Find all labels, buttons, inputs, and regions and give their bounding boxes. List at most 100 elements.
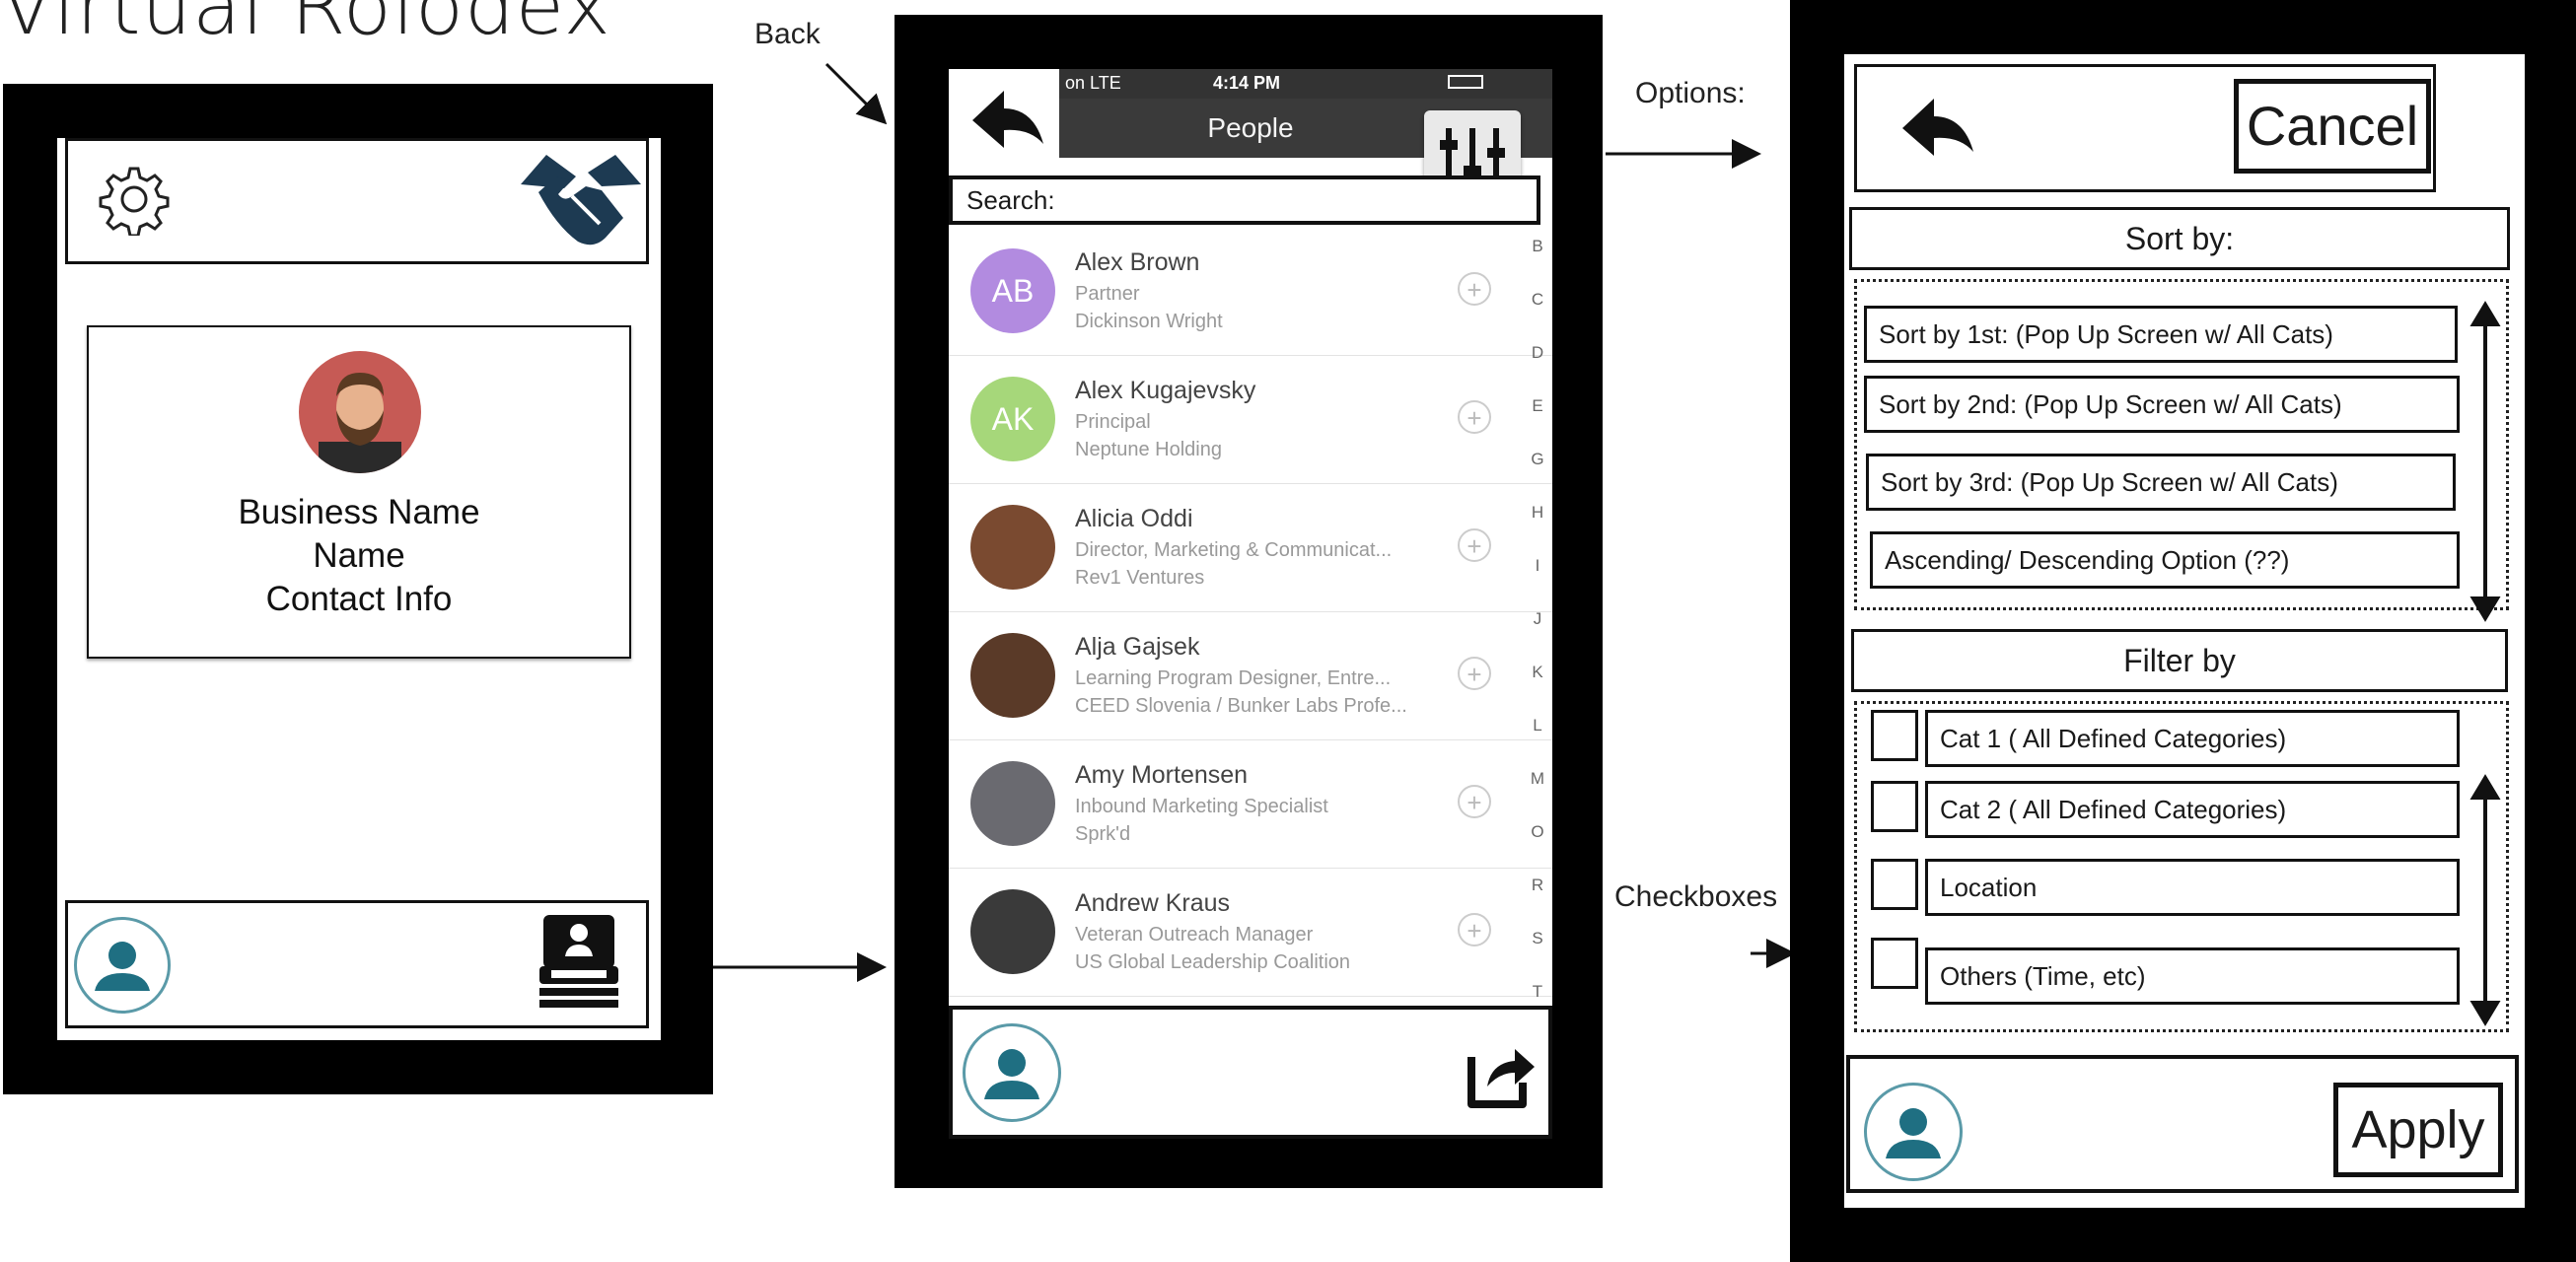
person-organization: Dickinson Wright	[1075, 311, 1223, 332]
back-arrow-icon	[972, 91, 1043, 148]
avatar: AB	[970, 248, 1055, 333]
person-organization: Sprk'd	[1075, 823, 1131, 845]
people-phone-frame: on LTE 4:14 PM People Search: AB Alex Bro…	[894, 15, 1603, 1188]
filter-checkbox-3[interactable]	[1871, 859, 1918, 910]
avatar	[970, 761, 1055, 846]
sort-option-2[interactable]: Sort by 2nd: (Pop Up Screen w/ All Cats)	[1864, 376, 2460, 433]
filter-option-2[interactable]: Cat 2 ( All Defined Categories)	[1925, 781, 2460, 838]
add-contact-button[interactable]: +	[1458, 785, 1491, 818]
index-letter[interactable]: L	[1523, 716, 1552, 736]
back-arrow-icon	[1902, 99, 1973, 156]
person-role: Director, Marketing & Communicat...	[1075, 539, 1393, 561]
person-organization: CEED Slovenia / Bunker Labs Profe...	[1075, 695, 1407, 717]
list-item[interactable]: AB Alex Brown Partner Dickinson Wright +	[949, 227, 1552, 356]
add-contact-button[interactable]: +	[1458, 400, 1491, 434]
add-contact-button[interactable]: +	[1458, 913, 1491, 946]
rolodex-icon[interactable]	[537, 913, 620, 1020]
list-item[interactable]: Amy Mortensen Inbound Marketing Specialis…	[949, 739, 1552, 869]
profile-icon[interactable]	[74, 917, 171, 1014]
filter-option-3[interactable]: Location	[1925, 859, 2460, 916]
avatar	[299, 351, 421, 473]
person-name: Alja Gajsek	[1075, 633, 1200, 661]
list-item[interactable]: AK Alex Kugajevsky Principal Neptune Holdin…	[949, 355, 1552, 484]
list-item[interactable]: Andrew Kraus Veteran Outreach Manager US G…	[949, 868, 1552, 997]
index-letter[interactable]: R	[1523, 876, 1552, 895]
card-contact-info: Contact Info	[265, 580, 453, 618]
people-screen: on LTE 4:14 PM People Search: AB Alex Bro…	[949, 69, 1552, 1139]
back-button[interactable]	[949, 69, 1059, 175]
apply-button[interactable]: Apply	[2333, 1083, 2503, 1177]
index-letter[interactable]: I	[1523, 556, 1552, 576]
people-bottom-bar	[949, 1006, 1552, 1139]
avatar	[970, 633, 1055, 718]
profile-icon[interactable]	[1864, 1083, 1963, 1181]
options-header: Cancel	[1854, 64, 2436, 192]
share-icon[interactable]	[1464, 1037, 1538, 1117]
profile-icon[interactable]	[963, 1023, 1061, 1122]
index-letter[interactable]: K	[1523, 663, 1552, 682]
sort-option-3[interactable]: Sort by 3rd: (Pop Up Screen w/ All Cats)	[1866, 454, 2456, 511]
options-bottom-bar: Apply	[1846, 1055, 2519, 1193]
person-role: Veteran Outreach Manager	[1075, 924, 1314, 946]
index-letter[interactable]: O	[1523, 822, 1552, 842]
person-name: Amy Mortensen	[1075, 761, 1249, 789]
person-name: Alex Brown	[1075, 248, 1200, 276]
add-contact-button[interactable]: +	[1458, 272, 1491, 306]
contact-card[interactable]: Business Name Name Contact Info	[87, 325, 631, 659]
filter-checkbox-4[interactable]	[1871, 938, 1918, 989]
filter-checkbox-1[interactable]	[1871, 710, 1918, 761]
alpha-index[interactable]: B C D E G H I J K L M O R S T	[1523, 237, 1552, 1065]
person-organization: Neptune Holding	[1075, 439, 1222, 460]
card-name: Name	[313, 536, 405, 575]
add-contact-button[interactable]: +	[1458, 657, 1491, 690]
person-role: Principal	[1075, 411, 1151, 433]
avatar	[970, 889, 1055, 974]
index-letter[interactable]: D	[1523, 343, 1552, 363]
clock: 4:14 PM	[1213, 73, 1281, 93]
index-letter[interactable]: J	[1523, 609, 1552, 629]
person-role: Partner	[1075, 283, 1140, 305]
person-name: Alex Kugajevsky	[1075, 377, 1256, 404]
person-organization: Rev1 Ventures	[1075, 567, 1205, 589]
filter-checkbox-2[interactable]	[1871, 781, 1918, 832]
avatar	[970, 505, 1055, 590]
carrier-label: on LTE	[1065, 73, 1121, 93]
index-letter[interactable]: B	[1523, 237, 1552, 256]
index-letter[interactable]: M	[1523, 769, 1552, 789]
home-screen: Business Name Name Contact Info	[57, 138, 661, 1040]
back-arrow	[824, 62, 888, 125]
add-contact-button[interactable]: +	[1458, 528, 1491, 562]
index-letter[interactable]: E	[1523, 396, 1552, 416]
sort-by-header: Sort by:	[1849, 207, 2510, 270]
home-bottom-bar	[65, 900, 649, 1028]
person-organization: US Global Leadership Coalition	[1075, 951, 1351, 973]
index-letter[interactable]: H	[1523, 503, 1552, 523]
sort-option-1[interactable]: Sort by 1st: (Pop Up Screen w/ All Cats)	[1864, 306, 2458, 363]
index-letter[interactable]: G	[1523, 450, 1552, 469]
list-item[interactable]: Alja Gajsek Learning Program Designer, En…	[949, 611, 1552, 740]
filter-option-4[interactable]: Others (Time, etc)	[1925, 947, 2460, 1005]
index-letter[interactable]: S	[1523, 929, 1552, 948]
cancel-button[interactable]: Cancel	[2234, 79, 2431, 174]
person-role: Inbound Marketing Specialist	[1075, 796, 1328, 817]
avatar: AK	[970, 377, 1055, 461]
person-name: Andrew Kraus	[1075, 889, 1231, 917]
person-name: Alicia Oddi	[1075, 505, 1193, 532]
scroll-indicators	[2469, 301, 2501, 1026]
home-header	[65, 138, 649, 264]
index-letter[interactable]: T	[1523, 982, 1552, 1002]
index-letter[interactable]: C	[1523, 290, 1552, 310]
card-business-name: Business Name	[238, 493, 480, 531]
battery-icon	[1448, 75, 1483, 89]
back-button[interactable]	[1887, 85, 1985, 178]
sort-order-option[interactable]: Ascending/ Descending Option (??)	[1870, 531, 2460, 589]
person-role: Learning Program Designer, Entre...	[1075, 667, 1392, 689]
filter-by-header: Filter by	[1851, 629, 2508, 692]
people-list: AB Alex Brown Partner Dickinson Wright + AK Al…	[949, 227, 1552, 1063]
filter-option-1[interactable]: Cat 1 ( All Defined Categories)	[1925, 710, 2460, 767]
list-item[interactable]: Alicia Oddi Director, Marketing & Communi…	[949, 483, 1552, 612]
gear-icon[interactable]	[98, 163, 171, 241]
home-phone-frame: Business Name Name Contact Info	[3, 84, 713, 1094]
handshake-icon[interactable]	[517, 147, 645, 258]
search-input[interactable]: Search:	[949, 175, 1540, 225]
